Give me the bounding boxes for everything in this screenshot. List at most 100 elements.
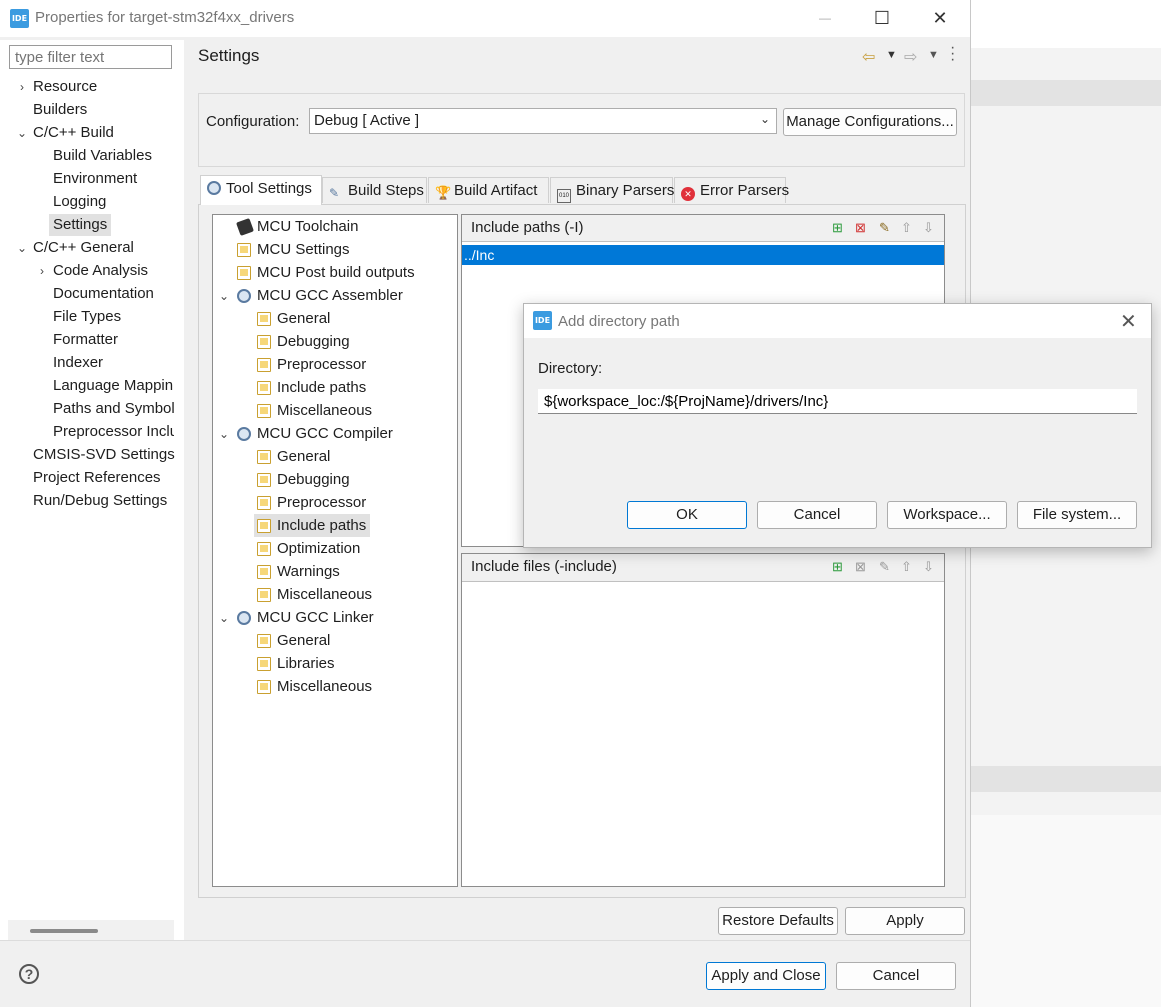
scrollbar-thumb[interactable]	[30, 929, 98, 933]
tool-item-linker-libraries[interactable]: Libraries	[277, 653, 335, 675]
chevron-down-icon[interactable]: ⌄	[16, 237, 28, 259]
tool-item-compiler-include-paths[interactable]: Include paths	[277, 515, 366, 537]
tool-item-mcu-toolchain[interactable]: MCU Toolchain	[257, 216, 358, 238]
dialog-cancel-button[interactable]: Cancel	[757, 501, 877, 529]
tree-item-language-mappings[interactable]: Language Mappin	[53, 375, 174, 397]
tree-item-resource[interactable]: Resource	[33, 76, 97, 98]
tool-item-linker-miscellaneous[interactable]: Miscellaneous	[277, 676, 372, 698]
manage-configurations-button[interactable]: Manage Configurations...	[783, 108, 957, 136]
tree-item-formatter[interactable]: Formatter	[53, 329, 118, 351]
workspace-button[interactable]: Workspace...	[887, 501, 1007, 529]
tool-item-compiler-preprocessor[interactable]: Preprocessor	[277, 492, 366, 514]
cancel-button[interactable]: Cancel	[836, 962, 956, 990]
close-button[interactable]: ✕	[917, 4, 963, 32]
tool-item-linker-general[interactable]: General	[277, 630, 330, 652]
tree-item-paths-and-symbols[interactable]: Paths and Symbols	[53, 398, 174, 420]
tool-item-assembler-debugging[interactable]: Debugging	[277, 331, 350, 353]
tree-item-file-types[interactable]: File Types	[53, 306, 121, 328]
chevron-down-icon[interactable]: ⌄	[16, 122, 28, 144]
tree-item-environment[interactable]: Environment	[53, 168, 137, 190]
folder-icon	[257, 473, 271, 487]
binary-file-icon: 010	[557, 189, 571, 203]
chevron-right-icon[interactable]: ›	[36, 260, 48, 282]
tree-item-build-variables[interactable]: Build Variables	[53, 145, 152, 167]
chevron-down-icon[interactable]: ⌄	[218, 423, 230, 445]
tab-build-artifact[interactable]: 🏆 Build Artifact	[428, 177, 549, 203]
delete-icon[interactable]: ⊠	[855, 220, 869, 235]
folder-icon	[257, 496, 271, 510]
folder-icon	[257, 335, 271, 349]
folder-icon	[257, 634, 271, 648]
tab-build-steps[interactable]: ✎ Build Steps	[322, 177, 427, 203]
add-icon[interactable]: ⊞	[832, 220, 846, 235]
tree-item-documentation[interactable]: Documentation	[53, 283, 154, 305]
tool-item-assembler-general[interactable]: General	[277, 308, 330, 330]
tool-item-compiler-debugging[interactable]: Debugging	[277, 469, 350, 491]
edit-icon[interactable]: ✎	[879, 220, 893, 235]
tool-item-mcu-gcc-linker[interactable]: MCU GCC Linker	[257, 607, 374, 629]
dialog-close-icon[interactable]: ✕	[1120, 309, 1137, 334]
horizontal-scrollbar[interactable]	[8, 920, 174, 940]
tool-item-compiler-general[interactable]: General	[277, 446, 330, 468]
tree-item-logging[interactable]: Logging	[53, 191, 106, 213]
forward-dropdown-icon[interactable]: ▼	[928, 49, 939, 61]
restore-defaults-button[interactable]: Restore Defaults	[718, 907, 838, 935]
chevron-down-icon[interactable]: ⌄	[218, 285, 230, 307]
move-down-icon[interactable]: ⇩	[923, 220, 937, 235]
tool-item-assembler-include-paths[interactable]: Include paths	[277, 377, 366, 399]
tool-item-mcu-gcc-assembler[interactable]: MCU GCC Assembler	[257, 285, 403, 307]
more-options-icon[interactable]: · · ·	[950, 40, 955, 68]
tool-item-mcu-settings[interactable]: MCU Settings	[257, 239, 350, 261]
tool-item-mcu-gcc-compiler[interactable]: MCU GCC Compiler	[257, 423, 393, 445]
list-item[interactable]: ../Inc	[462, 245, 944, 265]
back-arrow-icon[interactable]: ⇦	[862, 47, 875, 67]
tree-item-settings[interactable]: Settings	[49, 214, 112, 236]
close-icon: ✕	[932, 7, 948, 28]
include-files-title: Include files (-include)	[471, 558, 617, 575]
edit-icon[interactable]: ✎	[879, 559, 893, 574]
back-dropdown-icon[interactable]: ▼	[886, 49, 897, 61]
forward-arrow-icon[interactable]: ⇨	[904, 47, 917, 67]
filter-input[interactable]	[9, 45, 172, 69]
tab-label: Build Steps	[348, 182, 424, 199]
tool-item-assembler-preprocessor[interactable]: Preprocessor	[277, 354, 366, 376]
add-icon[interactable]: ⊞	[832, 559, 846, 574]
chevron-down-icon: ⌄	[759, 112, 770, 126]
tree-item-builders[interactable]: Builders	[33, 99, 87, 121]
tab-tool-settings[interactable]: Tool Settings	[200, 175, 322, 205]
tree-item-run-debug-settings[interactable]: Run/Debug Settings	[33, 490, 167, 512]
tab-binary-parsers[interactable]: 010 Binary Parsers	[550, 177, 674, 203]
trophy-icon: 🏆	[435, 185, 452, 200]
tool-item-mcu-post-build-outputs[interactable]: MCU Post build outputs	[257, 262, 415, 284]
folder-icon	[237, 243, 251, 257]
tool-item-assembler-miscellaneous[interactable]: Miscellaneous	[277, 400, 372, 422]
tree-item-cmsis-svd-settings[interactable]: CMSIS-SVD Settings	[33, 444, 175, 466]
folder-icon	[257, 381, 271, 395]
tool-item-compiler-optimization[interactable]: Optimization	[277, 538, 360, 560]
tree-item-cc-build[interactable]: C/C++ Build	[33, 122, 114, 144]
tree-item-preprocessor-include[interactable]: Preprocessor Inclu	[53, 421, 174, 443]
move-up-icon[interactable]: ⇧	[901, 559, 915, 574]
minimize-button[interactable]: —	[802, 4, 848, 32]
configuration-value: Debug [ Active ]	[314, 112, 420, 129]
tool-item-compiler-miscellaneous[interactable]: Miscellaneous	[277, 584, 372, 606]
apply-and-close-button[interactable]: Apply and Close	[706, 962, 826, 990]
tab-error-parsers[interactable]: ✕ Error Parsers	[674, 177, 789, 203]
tree-item-cc-general[interactable]: C/C++ General	[33, 237, 134, 259]
file-system-button[interactable]: File system...	[1017, 501, 1137, 529]
configuration-select[interactable]: Debug [ Active ] ⌄	[309, 108, 777, 134]
tree-item-project-references[interactable]: Project References	[33, 467, 161, 489]
maximize-button[interactable]: ☐	[859, 4, 905, 32]
apply-button[interactable]: Apply	[845, 907, 965, 935]
chevron-right-icon[interactable]: ›	[16, 76, 28, 98]
chevron-down-icon[interactable]: ⌄	[218, 607, 230, 629]
directory-input[interactable]	[538, 389, 1137, 414]
tree-item-code-analysis[interactable]: Code Analysis	[53, 260, 148, 282]
tool-item-compiler-warnings[interactable]: Warnings	[277, 561, 340, 583]
delete-icon[interactable]: ⊠	[855, 559, 869, 574]
move-down-icon[interactable]: ⇩	[923, 559, 937, 574]
ok-button[interactable]: OK	[627, 501, 747, 529]
help-icon[interactable]: ?	[19, 964, 39, 984]
tree-item-indexer[interactable]: Indexer	[53, 352, 103, 374]
move-up-icon[interactable]: ⇧	[901, 220, 915, 235]
